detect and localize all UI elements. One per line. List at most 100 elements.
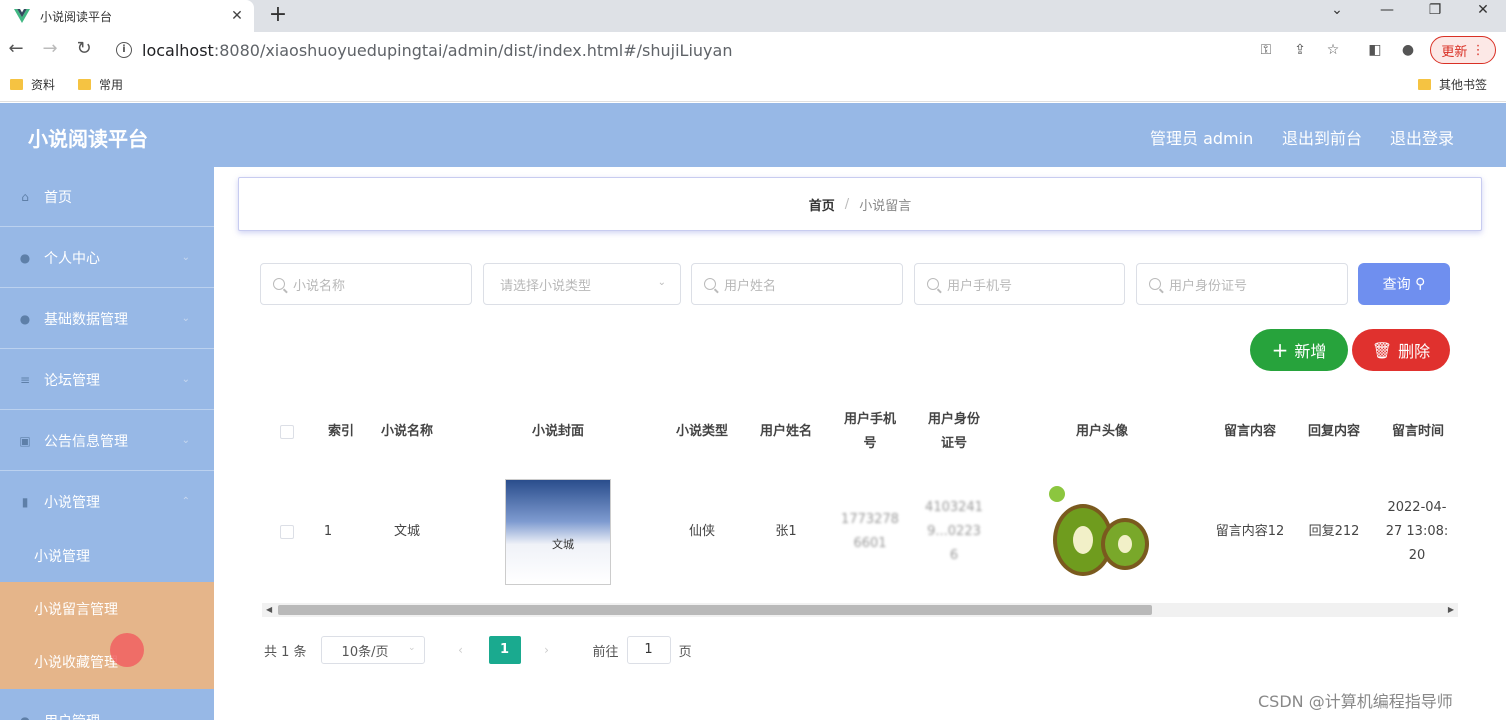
input-placeholder: 用户姓名 bbox=[724, 278, 777, 294]
delete-button[interactable]: 🗑 删除 bbox=[1352, 329, 1450, 371]
update-button[interactable]: 更新 ⋮ bbox=[1430, 36, 1496, 64]
new-tab-icon[interactable]: + bbox=[264, 2, 292, 30]
row-checkbox-cell bbox=[272, 477, 302, 587]
back-icon[interactable]: ← bbox=[4, 38, 28, 62]
th-novel-name: 小说名称 bbox=[380, 424, 433, 439]
delete-label: 删除 bbox=[1398, 342, 1431, 361]
page-number-current[interactable]: 1 bbox=[488, 636, 521, 664]
th-message: 留言内容 bbox=[1223, 424, 1276, 439]
share-icon[interactable]: ⇪ bbox=[1290, 40, 1310, 60]
select-all-checkbox-cell bbox=[272, 407, 302, 457]
back-to-front-link[interactable]: 退出到前台 bbox=[1282, 125, 1362, 149]
tab-close-icon[interactable]: ✕ bbox=[224, 8, 250, 24]
tab-title: 小说阅读平台 bbox=[40, 9, 113, 24]
vue-logo-icon bbox=[14, 9, 30, 23]
add-button[interactable]: + 新增 bbox=[1250, 329, 1348, 371]
td-time: 2022-04-27 13:08:20 bbox=[1385, 500, 1449, 563]
td-message: 留言内容12 bbox=[1215, 524, 1285, 539]
breadcrumb-separator: / bbox=[844, 196, 850, 212]
breadcrumb-current: 小说留言 bbox=[859, 198, 912, 214]
profile-icon[interactable]: ● bbox=[1398, 40, 1418, 60]
data-table: 索引 小说名称 小说封面 小说类型 用户姓名 用户手机号 用户身份证号 用户头像… bbox=[262, 397, 1458, 623]
url-field[interactable]: i localhost:8080/xiaoshuoyuedupingtai/ad… bbox=[108, 35, 1398, 65]
sidebar-item-base-data[interactable]: ● 基础数据管理 ⌄ bbox=[0, 289, 214, 349]
td-user-avatar bbox=[1022, 477, 1182, 587]
prev-page-icon[interactable]: ‹ bbox=[447, 636, 475, 664]
user-phone-input[interactable]: 用户手机号 bbox=[914, 263, 1125, 305]
sidebar-subitem-novel-favorite[interactable]: 小说收藏管理 bbox=[0, 635, 214, 689]
key-icon[interactable]: ⚿ bbox=[1256, 40, 1276, 60]
bookmark-folder-changyong[interactable]: 常用 bbox=[78, 76, 123, 93]
th-user-phone: 用户手机号 bbox=[843, 412, 896, 451]
cover-title: 文城 bbox=[552, 538, 574, 551]
list-icon: ≡ bbox=[19, 372, 31, 387]
url-host: localhost bbox=[142, 40, 214, 60]
chevron-down-icon: ⌄ bbox=[408, 643, 416, 653]
window-close-icon[interactable]: ✕ bbox=[1460, 0, 1506, 32]
scrollbar-thumb[interactable] bbox=[278, 605, 1152, 615]
novel-name-input[interactable]: 小说名称 bbox=[260, 263, 472, 305]
site-info-icon[interactable]: i bbox=[116, 42, 132, 58]
sidebar-item-label: 个人中心 bbox=[44, 250, 100, 267]
input-placeholder: 用户手机号 bbox=[947, 278, 1013, 294]
sidebar-item-label: 用户管理 bbox=[44, 711, 100, 720]
row-checkbox[interactable] bbox=[280, 525, 294, 539]
td-novel-cover: 文城 bbox=[488, 477, 628, 587]
search-icon bbox=[927, 278, 939, 290]
chevron-down-icon: ⌄ bbox=[657, 277, 666, 288]
user-icon: ● bbox=[19, 311, 31, 326]
novel-cover-image: 文城 bbox=[505, 479, 611, 585]
sidebar-item-user-manage[interactable]: ● 用户管理 ⌄ bbox=[0, 691, 214, 720]
user-id-input[interactable]: 用户身份证号 bbox=[1136, 263, 1348, 305]
query-button[interactable]: 查询 ⚲ bbox=[1358, 263, 1450, 305]
restore-icon[interactable]: ❐ bbox=[1412, 0, 1458, 32]
horizontal-scrollbar[interactable]: ◀ ▶ bbox=[262, 603, 1458, 617]
sidebar-item-label: 论坛管理 bbox=[44, 372, 100, 389]
sidebar-item-label: 首页 bbox=[44, 189, 72, 206]
page-size-select[interactable]: 10条/页 ⌄ bbox=[320, 636, 425, 664]
sidebar-item-forum[interactable]: ≡ 论坛管理 ⌄ bbox=[0, 350, 214, 410]
sidebar-item-novel[interactable]: ▮ 小说管理 ⌃ bbox=[0, 472, 214, 532]
sidebar-subitem-novel-message[interactable]: 小说留言管理 bbox=[0, 582, 214, 636]
breadcrumb-home[interactable]: 首页 bbox=[809, 195, 835, 214]
reload-icon[interactable]: ↻ bbox=[72, 38, 96, 62]
th-time: 留言时间 bbox=[1391, 424, 1444, 439]
sidebar-item-home[interactable]: ⌂ 首页 bbox=[0, 167, 214, 227]
select-placeholder: 请选择小说类型 bbox=[500, 278, 592, 294]
sidebar-subitem-novel-manage[interactable]: 小说管理 bbox=[0, 529, 214, 583]
user-icon: ● bbox=[18, 714, 32, 720]
select-all-checkbox[interactable] bbox=[280, 425, 294, 439]
search-icon bbox=[1149, 278, 1161, 290]
tab-search-icon[interactable]: ⌄ bbox=[1314, 0, 1360, 32]
th-novel-type: 小说类型 bbox=[675, 424, 728, 439]
minimize-icon[interactable]: — bbox=[1364, 0, 1410, 32]
sidepanel-icon[interactable]: ◧ bbox=[1365, 40, 1385, 60]
goto-page-input[interactable]: 1 bbox=[626, 636, 671, 664]
browser-tab[interactable]: 小说阅读平台 ✕ bbox=[0, 0, 254, 32]
address-bar: ← → ↻ i localhost:8080/xiaoshuoyueduping… bbox=[0, 32, 1506, 68]
chevron-down-icon: ⌄ bbox=[181, 313, 190, 324]
search-icon bbox=[273, 278, 285, 290]
chevron-down-icon: ⌄ bbox=[182, 715, 190, 720]
user-icon: ● bbox=[19, 250, 31, 265]
scroll-right-icon[interactable]: ▶ bbox=[1448, 603, 1454, 617]
sidebar-subitem-label: 小说留言管理 bbox=[34, 602, 118, 618]
next-page-icon[interactable]: › bbox=[533, 636, 561, 664]
breadcrumb: 首页 / 小说留言 bbox=[238, 177, 1482, 231]
forward-icon[interactable]: → bbox=[38, 38, 62, 62]
logout-link[interactable]: 退出登录 bbox=[1390, 125, 1454, 149]
th-index: 索引 bbox=[327, 424, 354, 439]
bookmark-star-icon[interactable]: ☆ bbox=[1323, 40, 1343, 60]
user-name-input[interactable]: 用户姓名 bbox=[691, 263, 903, 305]
plus-icon: + bbox=[1271, 338, 1289, 362]
main-content: 首页 / 小说留言 小说名称 请选择小说类型 ⌄ 用户姓名 用户手机号 用户身份证… bbox=[214, 167, 1506, 720]
sidebar-item-notice[interactable]: ▣ 公告信息管理 ⌄ bbox=[0, 411, 214, 471]
scroll-left-icon[interactable]: ◀ bbox=[266, 603, 272, 617]
novel-type-select[interactable]: 请选择小说类型 ⌄ bbox=[483, 263, 681, 305]
bookmark-folder-ziliao[interactable]: 资料 bbox=[10, 76, 55, 93]
sidebar-item-personal-center[interactable]: ● 个人中心 ⌄ bbox=[0, 228, 214, 288]
page-size-value: 10条/页 bbox=[341, 644, 389, 660]
other-bookmarks[interactable]: 其他书签 bbox=[1418, 76, 1487, 93]
td-user-id: 4103241 9...0223 6 bbox=[925, 500, 983, 563]
chevron-up-icon: ⌃ bbox=[181, 496, 190, 507]
